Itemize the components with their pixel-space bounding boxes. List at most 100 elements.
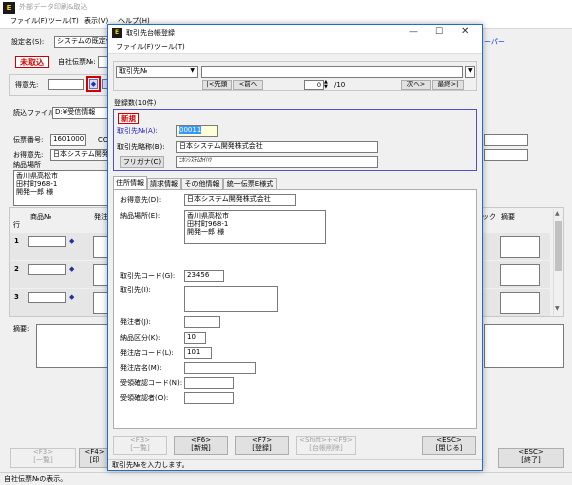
search-value-field[interactable] (201, 66, 463, 78)
short-name-field[interactable]: 日本システム開発株式会社 (176, 141, 378, 153)
customer-field[interactable]: 日本システム開発株式会社 (184, 194, 296, 206)
tab-billing[interactable]: 請求情報 (147, 178, 181, 189)
recv-code-field[interactable] (184, 377, 234, 389)
main-titlebar: E 外部データ印刷&取込 (0, 0, 572, 16)
client-code-field[interactable]: 23456 (184, 270, 224, 282)
row-2-product[interactable] (28, 264, 66, 275)
delivery-div-field[interactable]: 10 (184, 332, 206, 344)
row-3-memo[interactable] (500, 292, 540, 314)
next-button[interactable]: 次へ> (401, 80, 431, 90)
settings-select[interactable]: システムの既定値 (54, 36, 109, 48)
main-print-button[interactable]: <F4> [印 (79, 448, 110, 468)
app-icon: E (3, 2, 15, 14)
memo-field-right[interactable] (484, 324, 564, 368)
delivery-line-3: 開発一郎 様 (16, 188, 54, 197)
search-key-combo[interactable]: 取引先№ ▼ (116, 66, 198, 78)
orderer-field[interactable] (184, 316, 220, 328)
dialog-list-button[interactable]: <F3> [一覧] (113, 436, 167, 455)
tab-unified-slip[interactable]: 統一伝票E様式 (223, 178, 277, 189)
recv-person-field[interactable] (184, 392, 234, 404)
dialog-new-button[interactable]: <F6> [新規] (174, 436, 228, 455)
delivery-line-2: 田村町968-1 (187, 220, 229, 229)
dialog-menu-file[interactable]: ファイル(F) (116, 44, 154, 51)
main-status-text: 自社伝票№の表示。 (4, 475, 68, 483)
main-menu-tool[interactable]: ツール(T) (48, 18, 79, 25)
dialog-delete-button[interactable]: <Shift>+<F9> [台帳削除] (296, 436, 356, 455)
main-list-button-label: [一覧] (33, 455, 53, 464)
close-icon[interactable]: ✕ (461, 27, 469, 37)
dialog-register-button[interactable]: <F7> [登録] (235, 436, 289, 455)
settings-label: 設定名(S): (11, 38, 45, 46)
row-2-lookup-icon[interactable]: ◆ (69, 265, 77, 274)
company-slip-label: 自社伝票№: (58, 58, 96, 66)
kana-button[interactable]: フリガナ(C) (120, 156, 164, 168)
prev-button[interactable]: <前へ (233, 80, 263, 90)
client-no-field[interactable]: 00011 (176, 125, 218, 137)
scroll-thumb[interactable] (555, 221, 562, 271)
right-link[interactable]: ーパー (484, 39, 505, 46)
delivery-line-1: 香川県高松市 (16, 172, 58, 180)
row-3-lookup-icon[interactable]: ◆ (69, 293, 77, 302)
row-1-lookup-icon[interactable]: ◆ (69, 237, 77, 246)
tab-body: お得意先(D): 日本システム開発株式会社 納品場所(E): 香川県高松市 田村… (113, 189, 477, 429)
grid-header-lock: ック (482, 213, 496, 221)
grid-header-product: 商品№ (30, 213, 52, 221)
main-right-field-1[interactable] (484, 134, 528, 146)
main-menu-file[interactable]: ファイル(F) (10, 18, 48, 25)
order-store-name-field[interactable] (184, 362, 256, 374)
dialog-menu-tool[interactable]: ツール(T) (154, 44, 185, 51)
scroll-down-icon[interactable]: ▼ (555, 305, 560, 312)
maximize-icon[interactable]: ☐ (435, 28, 443, 37)
order-store-name-label: 発注店名(M): (120, 364, 162, 372)
row-1-memo[interactable] (500, 236, 540, 258)
client-label: 取引先(I): (120, 286, 151, 294)
slip-no-field[interactable]: 16010001 (50, 134, 86, 146)
memo-field[interactable] (36, 324, 110, 368)
scroll-up-icon[interactable]: ▲ (555, 210, 560, 217)
tab-address[interactable]: 住所情報 (113, 176, 147, 189)
main-exit-button[interactable]: <ESC> [終了] (498, 448, 564, 468)
delivery-field[interactable]: 香川県高松市 田村町968-1 開発一郎 様 (184, 210, 326, 244)
minimize-icon[interactable]: — (409, 28, 418, 37)
delivery-line-2: 田村町968-1 (16, 180, 58, 189)
dialog-close-button[interactable]: <ESC> [閉じる] (422, 436, 476, 455)
memo-label: 摘要: (13, 325, 30, 333)
row-3-product[interactable] (28, 292, 66, 303)
page-spinner[interactable]: ▲ ▼ (324, 80, 330, 90)
dialog-app-icon: E (112, 28, 122, 38)
main-title: 外部データ印刷&取込 (19, 3, 88, 11)
order-store-code-label: 発注店コード(L): (120, 349, 174, 357)
client-field[interactable] (48, 79, 84, 90)
new-badge-text: 新規 (121, 114, 136, 123)
main-menu-view[interactable]: 表示(V) (84, 18, 108, 25)
tab-other-label: その他情報 (184, 180, 220, 188)
search-value-dropdown[interactable]: ▼ (465, 66, 475, 78)
client-label: 得意先: (15, 81, 39, 89)
orderer-label: 発注者(J): (120, 318, 151, 326)
row-1-product[interactable] (28, 236, 66, 247)
tab-other[interactable]: その他情報 (181, 178, 223, 189)
grid-scrollbar[interactable]: ▲ ▼ (553, 209, 562, 315)
kana-field[interactable]: ﾆﾎﾝｼｽﾃﾑｶｲﾊﾂ (176, 156, 378, 168)
customer-label: お得意先(D): (120, 196, 162, 204)
row-2-memo[interactable] (500, 264, 540, 286)
customer-field[interactable]: 日本システム開発株 (50, 149, 110, 161)
page-field[interactable]: 0 (304, 80, 324, 90)
first-button[interactable]: |<先頭 (202, 80, 232, 90)
read-file-field[interactable]: D:¥受信情報 (52, 107, 110, 119)
client-no-label: 取引先№(A): (117, 127, 158, 135)
dialog-list-button-label: [一覧] (130, 443, 150, 452)
order-store-code-field[interactable]: 101 (184, 347, 212, 359)
main-right-field-2[interactable] (484, 149, 528, 161)
client-field[interactable] (184, 286, 278, 312)
row-number-1: 1 (14, 237, 19, 245)
main-list-button[interactable]: <F3> [一覧] (10, 448, 76, 468)
delivery-label: 納品場所(E): (120, 212, 161, 220)
delivery-field[interactable]: 香川県高松市 田村町968-1 開発一郎 様 (13, 170, 110, 206)
dialog-titlebar: E 取引先台帳登録 — ☐ ✕ (108, 25, 482, 41)
recv-code-label: 受領確認コード(N): (120, 379, 183, 387)
last-button[interactable]: 最終>| (432, 80, 464, 90)
client-lookup-icon[interactable]: ◆ (89, 79, 98, 89)
main-statusbar: 自社伝票№の表示。 (0, 472, 572, 485)
tab-unified-slip-label: 統一伝票E様式 (226, 180, 274, 188)
